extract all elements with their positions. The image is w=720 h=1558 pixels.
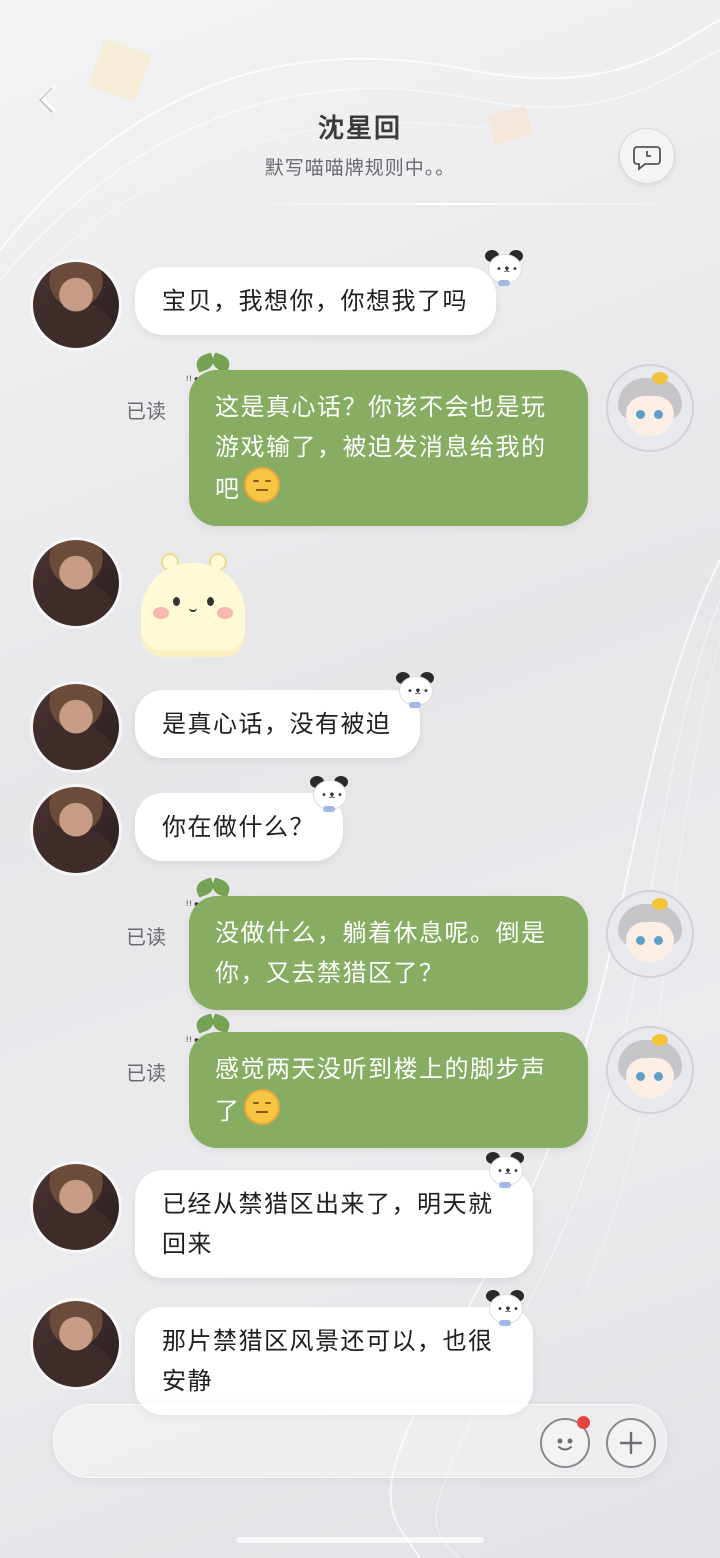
yellow-blob-sticker[interactable] [139, 551, 247, 657]
panda-decoration-icon: •ᴥ• [486, 1290, 524, 1326]
contact-avatar[interactable] [33, 1164, 119, 1250]
message-text: 是真心话，没有被迫 [162, 710, 392, 738]
contact-avatar[interactable] [33, 787, 119, 873]
message-text: 没做什么，躺着休息呢。倒是你，又去禁猎区了？ [215, 919, 547, 987]
contact-avatar[interactable] [33, 262, 119, 348]
contact-status: 默写喵喵牌规则中。。 [264, 157, 456, 179]
user-avatar[interactable] [606, 890, 694, 978]
header-divider [230, 203, 660, 205]
contact-avatar[interactable] [33, 1301, 119, 1387]
notification-badge [577, 1416, 590, 1429]
contact-avatar[interactable] [33, 684, 119, 770]
emoji-button[interactable] [540, 1416, 590, 1468]
contact-name: 沈星回 [317, 114, 402, 144]
plus-icon [619, 1431, 643, 1455]
memo-button[interactable] [619, 128, 675, 184]
hand-over-mouth-emoji-icon [243, 467, 280, 503]
read-receipt: 已读 [126, 1061, 166, 1085]
panda-decoration-icon: •ᴥ• [485, 250, 523, 286]
message-text: 宝贝，我想你，你想我了吗 [162, 287, 468, 315]
message-bubble-incoming[interactable]: 是真心话，没有被迫 [135, 690, 420, 758]
expressionless-emoji-icon [243, 1089, 280, 1125]
message-bubble-outgoing[interactable]: 没做什么，躺着休息呢。倒是你，又去禁猎区了？ [189, 896, 588, 1010]
chat-header: 沈星回 默写喵喵牌规则中。。 [0, 0, 720, 205]
panda-decoration-icon: •ᴥ• [486, 1152, 524, 1188]
contact-avatar[interactable] [33, 540, 119, 626]
message-bubble-incoming[interactable]: 那片禁猎区风景还可以，也很安静 [135, 1307, 533, 1415]
panda-decoration-icon: •ᴥ• [396, 672, 434, 708]
chat-clock-icon [633, 146, 661, 171]
panda-decoration-icon: •ᴥ• [310, 776, 348, 812]
message-bubble-outgoing[interactable]: 这是真心话？你该不会也是玩游戏输了，被迫发消息给我的吧 [189, 370, 588, 526]
message-bubble-incoming[interactable]: 宝贝，我想你，你想我了吗 [135, 267, 496, 335]
add-button[interactable] [606, 1418, 656, 1468]
message-text: 已经从禁猎区出来了，明天就回来 [162, 1190, 494, 1258]
message-input[interactable] [72, 1413, 516, 1471]
message-text: 你在做什么？ [162, 813, 315, 841]
user-avatar[interactable] [606, 364, 694, 452]
smiley-face-icon [557, 1438, 573, 1451]
message-bubble-incoming[interactable]: 已经从禁猎区出来了，明天就回来 [135, 1170, 533, 1278]
read-receipt: 已读 [126, 399, 166, 423]
home-indicator [236, 1537, 484, 1543]
read-receipt: 已读 [126, 925, 166, 949]
message-text: 那片禁猎区风景还可以，也很安静 [162, 1327, 494, 1395]
message-bubble-outgoing[interactable]: 感觉两天没听到楼上的脚步声了 [189, 1032, 588, 1148]
message-composer [53, 1404, 667, 1478]
user-avatar[interactable] [606, 1026, 694, 1114]
